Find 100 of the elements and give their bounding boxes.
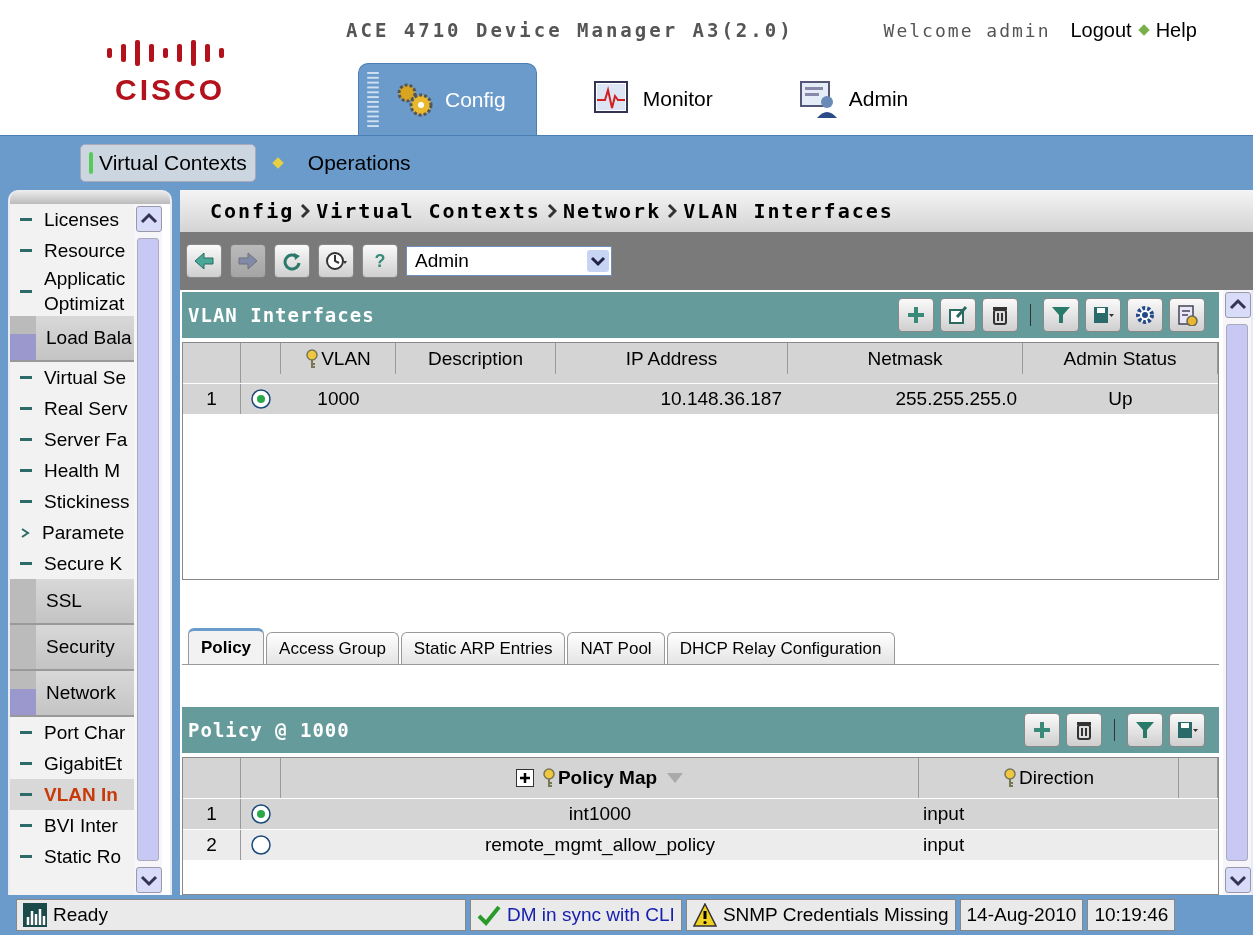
- document-gear-icon: [1176, 304, 1198, 326]
- scroll-thumb[interactable]: [1226, 324, 1248, 861]
- scroll-down-button[interactable]: [136, 867, 162, 893]
- sidebar-item[interactable]: Virtual Se: [10, 362, 134, 393]
- column-header[interactable]: Description: [427, 347, 523, 370]
- sidebar-item[interactable]: BVI Inter: [10, 810, 134, 841]
- scroll-up-button[interactable]: [136, 206, 162, 232]
- radio-button[interactable]: [251, 835, 271, 855]
- subnav-item[interactable]: Virtual Contexts: [80, 144, 256, 182]
- status-text: DM in sync with CLI: [507, 904, 675, 926]
- sidebar-item[interactable]: Port Char: [10, 717, 134, 748]
- column-header[interactable]: VLAN: [305, 347, 371, 370]
- scroll-down-button[interactable]: [1225, 867, 1251, 893]
- sidebar-item[interactable]: Health M: [10, 455, 134, 486]
- back-button[interactable]: [186, 244, 222, 278]
- scroll-up-button[interactable]: [1225, 292, 1251, 318]
- save-button[interactable]: [1169, 713, 1205, 747]
- status-text: SNMP Credentials Missing: [722, 904, 949, 926]
- add-button[interactable]: [1024, 713, 1060, 747]
- status-text: 10:19:46: [1094, 904, 1169, 926]
- header-link[interactable]: Help: [1155, 18, 1197, 42]
- table-cell-text: input: [922, 803, 966, 825]
- back-arrow-icon: [193, 250, 215, 272]
- gear-icon: [1134, 304, 1156, 326]
- radio-button[interactable]: [251, 804, 271, 824]
- grip-icon: [367, 72, 379, 128]
- row-number: 2: [183, 830, 241, 860]
- radio-button[interactable]: [251, 389, 271, 409]
- warning-icon: [692, 903, 717, 927]
- separator-icon: [272, 157, 284, 169]
- wizard-button[interactable]: [1169, 298, 1205, 332]
- filter-button[interactable]: [1127, 713, 1163, 747]
- sidebar-section[interactable]: Load Bala: [10, 316, 134, 362]
- tab[interactable]: Policy: [188, 628, 265, 664]
- refresh-button[interactable]: [274, 244, 310, 278]
- expand-icon[interactable]: [515, 769, 534, 787]
- context-dropdown[interactable]: Admin: [406, 246, 612, 276]
- breadcrumb-item[interactable]: Config: [210, 199, 295, 223]
- scroll-thumb[interactable]: [137, 238, 159, 861]
- table-cell-text: input: [922, 834, 966, 856]
- table-cell-text: 10.148.36.187: [659, 388, 783, 410]
- tab[interactable]: DHCP Relay Configuration: [666, 632, 895, 664]
- sidebar-item[interactable]: Stickiness: [10, 486, 134, 517]
- save-button[interactable]: [1085, 298, 1121, 332]
- edit-button[interactable]: [940, 298, 976, 332]
- table-row[interactable]: 1 1000 10.148.36.187 255.255.255.0 Up: [183, 384, 1218, 415]
- history-button[interactable]: [318, 244, 354, 278]
- sidebar-item[interactable]: Paramete: [10, 517, 134, 548]
- tab[interactable]: Static ARP Entries: [400, 632, 566, 664]
- chevron-icon: [300, 203, 311, 219]
- table-cell-text: 255.255.255.0: [894, 388, 1018, 410]
- refresh-icon: [281, 250, 303, 272]
- sidebar-section[interactable]: SSL: [10, 579, 134, 625]
- table-row[interactable]: 2 remote_mgmt_allow_policy input: [183, 830, 1218, 861]
- delete-button[interactable]: [982, 298, 1018, 332]
- filter-button[interactable]: [1043, 298, 1079, 332]
- table-row[interactable]: 1 int1000 input: [183, 799, 1218, 830]
- settings-button[interactable]: [1127, 298, 1163, 332]
- sidebar-item[interactable]: Real Serv: [10, 393, 134, 424]
- breadcrumb-item[interactable]: Network: [562, 199, 662, 223]
- filter-icon: [1050, 304, 1072, 326]
- column-header[interactable]: IP Address: [625, 347, 718, 370]
- column-header[interactable]: Direction: [1003, 767, 1094, 789]
- column-header[interactable]: Admin Status: [1063, 347, 1177, 370]
- sidebar-item[interactable]: Applicatic Optimizat: [10, 266, 134, 316]
- delete-button[interactable]: [1066, 713, 1102, 747]
- tab[interactable]: Access Group: [266, 632, 399, 664]
- breadcrumb-item[interactable]: VLAN Interfaces: [683, 199, 894, 223]
- add-button[interactable]: [898, 298, 934, 332]
- breadcrumb-item[interactable]: Virtual Contexts: [316, 199, 541, 223]
- save-icon: [1092, 304, 1114, 326]
- panel-title: VLAN Interfaces: [188, 304, 375, 326]
- edit-icon: [947, 304, 969, 326]
- tab[interactable]: NAT Pool: [567, 632, 665, 664]
- user-icon: [798, 80, 837, 118]
- sidebar-item[interactable]: Licenses: [10, 204, 134, 235]
- sidebar-item[interactable]: Resource: [10, 235, 134, 266]
- chevron-icon: [20, 527, 30, 538]
- sidebar-section[interactable]: Network: [10, 671, 134, 717]
- subnav-item[interactable]: Operations: [299, 145, 419, 181]
- sidebar-item[interactable]: Server Fa: [10, 424, 134, 455]
- header-link[interactable]: Logout: [1070, 18, 1132, 42]
- sidebar-item[interactable]: GigabitEt: [10, 748, 134, 779]
- sidebar-item[interactable]: Static Ro: [10, 841, 134, 872]
- status-text: Ready: [53, 904, 108, 926]
- row-number: 1: [183, 384, 241, 414]
- panel-title: Policy @ 1000: [188, 719, 350, 741]
- table-cell-text: int1000: [567, 803, 633, 825]
- add-icon: [905, 304, 927, 326]
- sidebar-item[interactable]: Secure K: [10, 548, 134, 579]
- row-number: 1: [183, 799, 241, 829]
- sidebar-item[interactable]: VLAN In: [10, 779, 134, 810]
- column-header[interactable]: Policy Map: [541, 767, 658, 789]
- status-text: 14-Aug-2010: [966, 904, 1077, 926]
- bars-icon: [23, 903, 47, 927]
- chevron-icon: [667, 203, 678, 219]
- sidebar-section[interactable]: Security: [10, 625, 134, 671]
- app-title: ACE 4710 Device Manager A3(2.0): [346, 19, 794, 41]
- column-header[interactable]: Netmask: [867, 347, 943, 370]
- check-icon: [477, 903, 501, 927]
